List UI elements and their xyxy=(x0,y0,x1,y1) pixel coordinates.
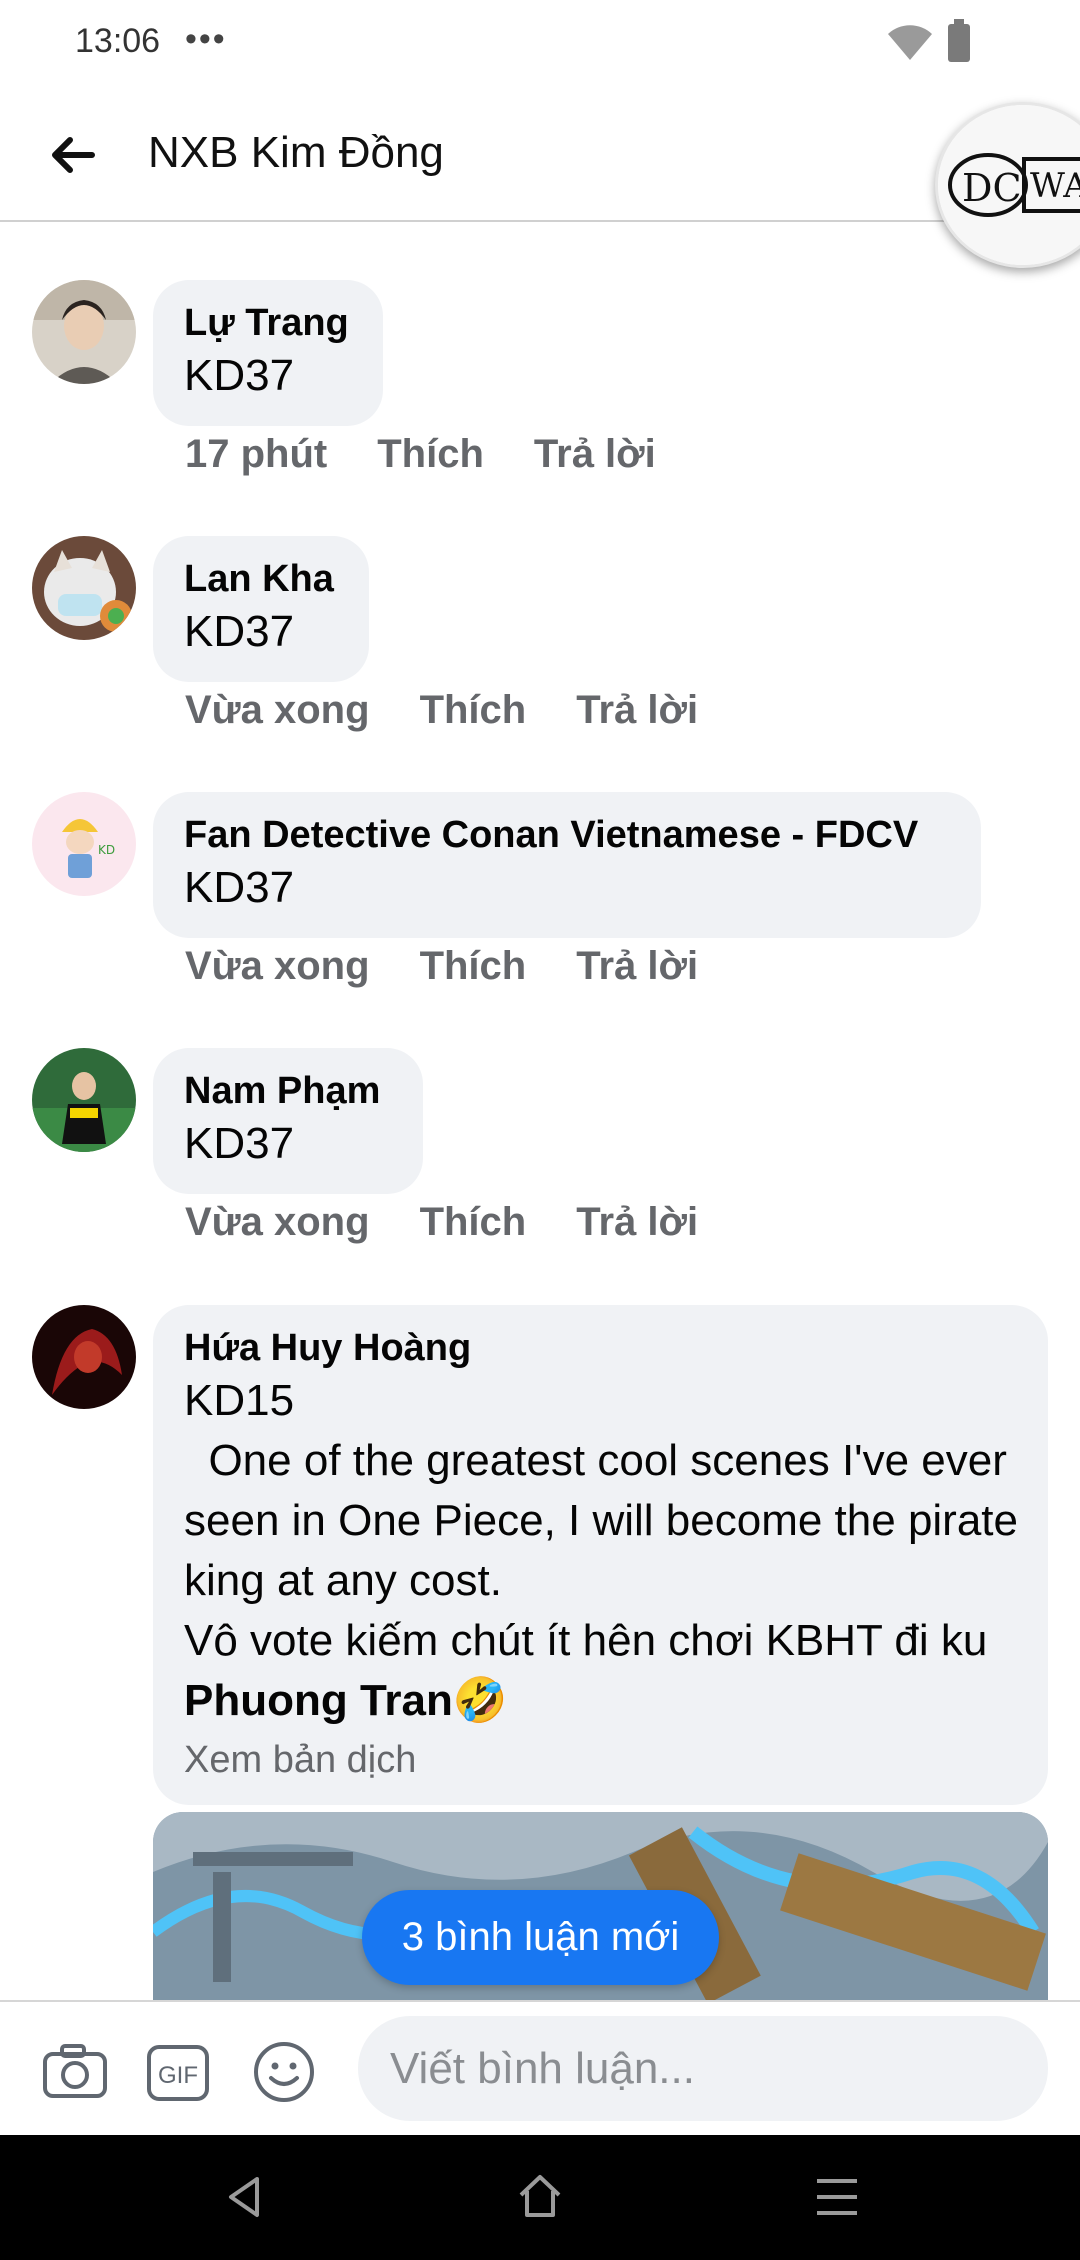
avatar[interactable] xyxy=(32,1048,136,1152)
reply-button[interactable]: Trả lời xyxy=(576,944,698,988)
commenter-name[interactable]: Fan Detective Conan Vietnamese - FDCV xyxy=(184,812,951,858)
like-button[interactable]: Thích xyxy=(420,944,527,988)
comment-text: KD37 xyxy=(184,351,295,400)
battery-icon xyxy=(948,19,970,62)
comment-input[interactable] xyxy=(358,2016,1048,2121)
comment-bubble: Nam Phạm KD37 xyxy=(153,1048,423,1194)
wifi-icon xyxy=(888,25,932,60)
comment-actions: Vừa xong Thích Trả lời xyxy=(185,688,748,733)
like-button[interactable]: Thích xyxy=(377,432,484,476)
nav-menu-icon[interactable] xyxy=(815,2177,859,2217)
comment-time: Vừa xong xyxy=(185,944,370,988)
comment-composer: GIF xyxy=(0,2000,1080,2137)
comment-text: KD37 xyxy=(184,863,295,912)
comment-text: KD37 xyxy=(184,607,295,656)
commenter-name[interactable]: Hứa Huy Hoàng xyxy=(184,1325,1018,1371)
svg-text:KD: KD xyxy=(98,843,115,857)
like-button[interactable]: Thích xyxy=(420,688,527,732)
reply-button[interactable]: Trả lời xyxy=(576,1200,698,1244)
comment-line: Vô vote kiếm chút ít hên chơi KBHT đi ku… xyxy=(184,1611,1018,1731)
new-comments-button[interactable]: 3 bình luận mới xyxy=(362,1890,719,1985)
see-translation-link[interactable]: Xem bản dịch xyxy=(184,1739,1018,1782)
status-bar: 13:06 ••• xyxy=(0,0,1080,90)
mention-link[interactable]: Phuong Tran xyxy=(184,1676,453,1725)
camera-icon[interactable] xyxy=(42,2042,108,2100)
avatar[interactable] xyxy=(32,536,136,640)
comment-line-text: Vô vote kiếm chút ít hên chơi KBHT đi ku xyxy=(184,1616,988,1665)
commenter-name[interactable]: Lan Kha xyxy=(184,556,339,602)
comment-bubble: Fan Detective Conan Vietnamese - FDCV KD… xyxy=(153,792,981,938)
dc-wao-logo: DC WAO xyxy=(938,105,1080,265)
svg-text:DC: DC xyxy=(962,166,1022,210)
nav-back-icon[interactable] xyxy=(225,2175,265,2219)
nav-home-icon[interactable] xyxy=(515,2171,565,2221)
comment-time: Vừa xong xyxy=(185,1200,370,1244)
comment-time: 17 phút xyxy=(185,432,328,476)
gif-label: GIF xyxy=(158,2062,198,2089)
comment-bubble: Hứa Huy Hoàng KD15 One of the greatest c… xyxy=(153,1305,1048,1805)
comment-actions: 17 phút Thích Trả lời xyxy=(185,432,706,477)
comment-line: One of the greatest cool scenes I've eve… xyxy=(184,1436,1031,1605)
comment-actions: Vừa xong Thích Trả lời xyxy=(185,1200,748,1245)
system-nav-bar xyxy=(0,2135,1080,2260)
svg-text:WAO: WAO xyxy=(1030,166,1080,206)
status-time: 13:06 xyxy=(75,22,161,60)
comment-text: KD37 xyxy=(184,1119,295,1168)
back-arrow-icon[interactable] xyxy=(48,130,98,180)
comment-actions: Vừa xong Thích Trả lời xyxy=(185,944,748,989)
floating-logo-badge[interactable]: DC WAO xyxy=(935,102,1080,268)
avatar[interactable] xyxy=(32,280,136,384)
comment-bubble: Lự Trang KD37 xyxy=(153,280,383,426)
comment-time: Vừa xong xyxy=(185,688,370,732)
comment-line: KD15 xyxy=(184,1376,295,1425)
commenter-name[interactable]: Nam Phạm xyxy=(184,1068,393,1114)
reply-button[interactable]: Trả lời xyxy=(534,432,656,476)
avatar[interactable]: KD xyxy=(32,792,136,896)
page-title: NXB Kim Đồng xyxy=(148,128,444,177)
emoji-icon[interactable] xyxy=(252,2040,316,2104)
laugh-emoji-icon: 🤣 xyxy=(452,1676,508,1725)
avatar[interactable] xyxy=(32,1305,136,1409)
status-dots: ••• xyxy=(185,20,227,58)
comment-bubble: Lan Kha KD37 xyxy=(153,536,369,682)
comment-text: KD15 One of the greatest cool scenes I'v… xyxy=(184,1371,1018,1731)
gif-icon[interactable]: GIF xyxy=(146,2044,210,2102)
commenter-name[interactable]: Lự Trang xyxy=(184,300,353,346)
app-header: NXB Kim Đồng DC WAO xyxy=(0,90,1080,268)
like-button[interactable]: Thích xyxy=(420,1200,527,1244)
reply-button[interactable]: Trả lời xyxy=(576,688,698,732)
